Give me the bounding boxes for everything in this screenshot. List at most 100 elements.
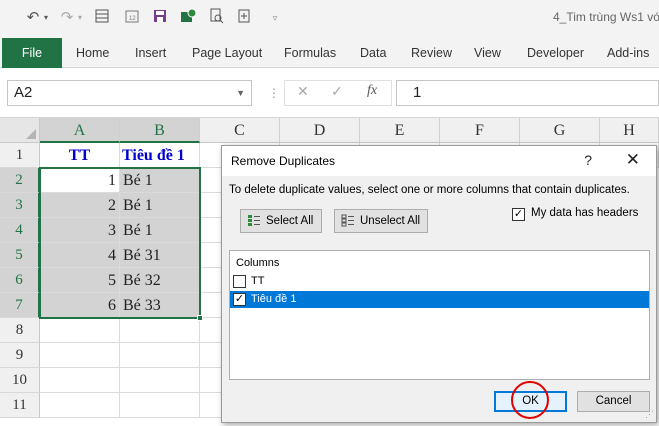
row-header-2[interactable]: 2 [0,168,40,193]
select-all-label: Select All [266,215,314,227]
redo-icon[interactable]: ↷ [56,8,78,28]
tab-formulas[interactable]: Formulas [284,38,336,68]
cell-b9[interactable] [120,343,200,368]
dialog-titlebar[interactable]: Remove Duplicates ? ✕ [222,146,656,176]
tab-data[interactable]: Data [360,38,386,68]
row-header-6[interactable]: 6 [0,268,40,293]
cancel-button[interactable]: Cancel [577,391,650,412]
ribbon-tabs: File Home Insert Page Layout Formulas Da… [0,38,659,68]
tab-file[interactable]: File [2,38,62,68]
customize-icon[interactable]: ▿ [268,8,282,28]
resize-grip-icon[interactable]: ⋰ [645,409,654,420]
column-header-b[interactable]: B [120,118,200,143]
column-header-h[interactable]: H [600,118,659,143]
row-header-5[interactable]: 5 [0,243,40,268]
dialog-description: To delete duplicate values, select one o… [229,184,630,196]
cell-a3[interactable]: 2 [40,193,120,218]
column-label-tt: TT [251,275,265,287]
cell-b10[interactable] [120,368,200,393]
save-icon[interactable] [150,8,170,28]
tab-page-layout[interactable]: Page Layout [192,38,262,68]
formula-bar: A2 ▼ ⋮ ✕ ✓ fx 1 [0,68,659,118]
sync-icon[interactable] [178,8,198,28]
tab-developer[interactable]: Developer [527,38,584,68]
unselect-all-label: Unselect All [360,215,421,227]
window-title: 4_Tim trùng Ws1 vớ [553,10,659,24]
my-data-has-headers-checkbox[interactable]: ✓ [512,208,525,221]
cell-a4[interactable]: 3 [40,218,120,243]
cell-b7[interactable]: Bé 33 [120,293,200,318]
cell-a10[interactable] [40,368,120,393]
cell-a1[interactable]: TT [40,143,120,168]
select-all-icon [247,214,261,228]
tab-view[interactable]: View [474,38,501,68]
cancel-entry-icon[interactable]: ✕ [297,83,309,100]
fill-handle[interactable] [197,315,203,321]
column-header-d[interactable]: D [280,118,360,143]
column-checkbox-tieu-de-1[interactable]: ✓ [233,293,246,306]
row-header-9[interactable]: 9 [0,343,40,368]
column-header-e[interactable]: E [360,118,440,143]
cell-a6[interactable]: 5 [40,268,120,293]
column-item-tieu-de-1[interactable]: ✓ Tiêu đề 1 [230,291,649,308]
row-header-1[interactable]: 1 [0,143,40,168]
unselect-all-icon [341,214,355,228]
select-all-button[interactable]: Select All [240,209,322,233]
cell-b8[interactable] [120,318,200,343]
remove-duplicates-dialog: Remove Duplicates ? ✕ To delete duplicat… [221,145,657,423]
row-header-11[interactable]: 11 [0,393,40,418]
columns-list: Columns TT ✓ Tiêu đề 1 [229,250,650,380]
cell-a11[interactable] [40,393,120,418]
form-icon[interactable] [92,8,112,28]
formula-input[interactable]: 1 [396,80,659,106]
tab-review[interactable]: Review [411,38,452,68]
row-header-3[interactable]: 3 [0,193,40,218]
formula-bar-buttons: ✕ ✓ fx [284,80,392,106]
ok-button[interactable]: OK [494,391,567,412]
row-header-7[interactable]: 7 [0,293,40,318]
close-icon[interactable]: ✕ [626,150,640,170]
calendar-icon[interactable]: 12 [122,8,142,28]
column-label-tieu-de-1: Tiêu đề 1 [251,293,297,305]
help-button[interactable]: ? [584,152,592,168]
confirm-entry-icon[interactable]: ✓ [331,83,343,100]
row-header-8[interactable]: 8 [0,318,40,343]
cell-a5[interactable]: 4 [40,243,120,268]
insert-function-icon[interactable]: fx [367,83,377,99]
svg-text:12: 12 [129,16,136,22]
column-item-tt[interactable]: TT [230,273,649,290]
cell-b4[interactable]: Bé 1 [120,218,200,243]
print-preview-icon[interactable] [206,8,226,28]
cell-a2[interactable]: 1 [40,168,120,193]
cell-b1[interactable]: Tiêu đề 1 [120,143,200,168]
quick-access-toolbar: ↶ ▾ ↷ ▾ 12 ▿ 4_Tim trùng Ws1 vớ [0,0,659,38]
cell-a7[interactable]: 6 [40,293,120,318]
cell-b11[interactable] [120,393,200,418]
insert-icon[interactable] [234,8,254,28]
cell-b3[interactable]: Bé 1 [120,193,200,218]
row-header-10[interactable]: 10 [0,368,40,393]
name-box[interactable]: A2 ▼ [7,80,252,106]
column-checkbox-tt[interactable] [233,275,246,288]
dialog-title: Remove Duplicates [231,154,336,168]
cell-a9[interactable] [40,343,120,368]
undo-dropdown-icon[interactable]: ▾ [42,8,50,28]
name-box-dropdown-icon[interactable]: ▼ [236,81,245,105]
column-header-g[interactable]: G [520,118,600,143]
column-header-c[interactable]: C [200,118,280,143]
unselect-all-button[interactable]: Unselect All [334,209,428,233]
my-data-has-headers-label[interactable]: My data has headers [531,207,638,219]
cell-b6[interactable]: Bé 32 [120,268,200,293]
column-header-f[interactable]: F [440,118,520,143]
select-all-corner[interactable] [0,118,40,143]
cell-a8[interactable] [40,318,120,343]
column-header-a[interactable]: A [40,118,120,143]
undo-icon[interactable]: ↶ [22,8,44,28]
cell-b2[interactable]: Bé 1 [120,168,200,193]
tab-insert[interactable]: Insert [135,38,166,68]
cell-b5[interactable]: Bé 31 [120,243,200,268]
tab-add-ins[interactable]: Add-ins [607,38,649,68]
row-header-4[interactable]: 4 [0,218,40,243]
redo-dropdown-icon[interactable]: ▾ [76,8,84,28]
tab-home[interactable]: Home [76,38,109,68]
